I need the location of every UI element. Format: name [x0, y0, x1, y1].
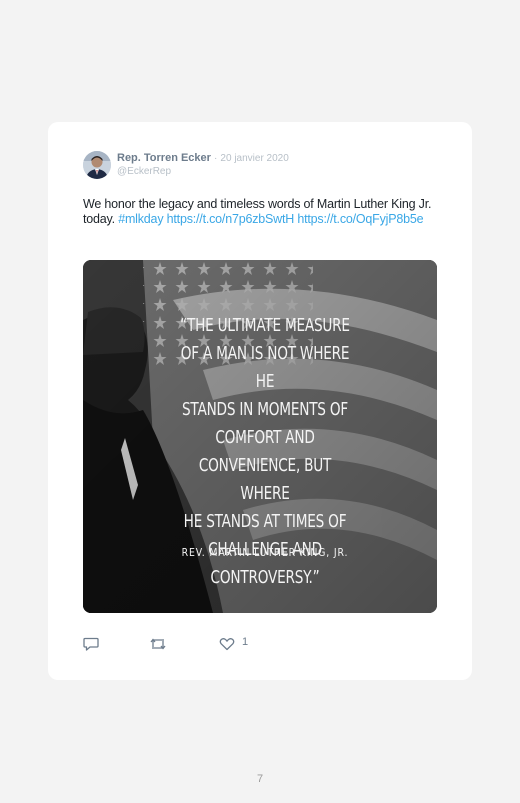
quote-line: OF A MAN IS NOT WHERE HE — [180, 344, 350, 392]
quote-line: STANDS IN MOMENTS OF — [182, 400, 348, 420]
quote-line: “THE ULTIMATE MEASURE — [180, 316, 350, 336]
tweet-text: We honor the legacy and timeless words o… — [83, 197, 433, 227]
page-number: 7 — [256, 773, 264, 785]
separator: · — [214, 153, 218, 164]
author-handle[interactable]: @EckerRep — [117, 166, 171, 178]
retweet-button[interactable] — [149, 637, 167, 651]
retweet-icon — [150, 638, 166, 650]
hashtag-link[interactable]: #mlkday — [118, 212, 163, 226]
quote-line: COMFORT AND — [215, 428, 315, 448]
tweet-card: Rep. Torren Ecker · 20 janvier 2020 @Eck… — [48, 122, 472, 680]
quote-attribution: REV. MARTIN LUTHER KING, JR. — [181, 546, 349, 559]
reply-icon — [83, 637, 99, 651]
avatar-image — [83, 151, 111, 179]
reply-button[interactable] — [83, 637, 99, 651]
quote-line: CONTROVERSY.” — [210, 568, 320, 588]
author-row: Rep. Torren Ecker · 20 janvier 2020 — [117, 152, 289, 165]
like-count: 1 — [242, 636, 249, 648]
url-link-2[interactable]: https://t.co/OqFyjP8b5e — [297, 212, 423, 226]
page: Rep. Torren Ecker · 20 janvier 2020 @Eck… — [0, 0, 520, 803]
quote-line: CONVENIENCE, BUT WHERE — [198, 456, 332, 504]
url-link-1[interactable]: https://t.co/n7p6zbSwtH — [167, 212, 295, 226]
author-name[interactable]: Rep. Torren Ecker — [117, 152, 211, 164]
post-date[interactable]: 20 janvier 2020 — [220, 153, 288, 164]
tweet-image[interactable]: “THE ULTIMATE MEASURE OF A MAN IS NOT WH… — [83, 260, 437, 613]
avatar[interactable] — [83, 151, 111, 179]
like-button[interactable]: 1 — [219, 636, 259, 651]
heart-icon — [219, 638, 235, 651]
quote-line: HE STANDS AT TIMES OF — [183, 512, 347, 532]
